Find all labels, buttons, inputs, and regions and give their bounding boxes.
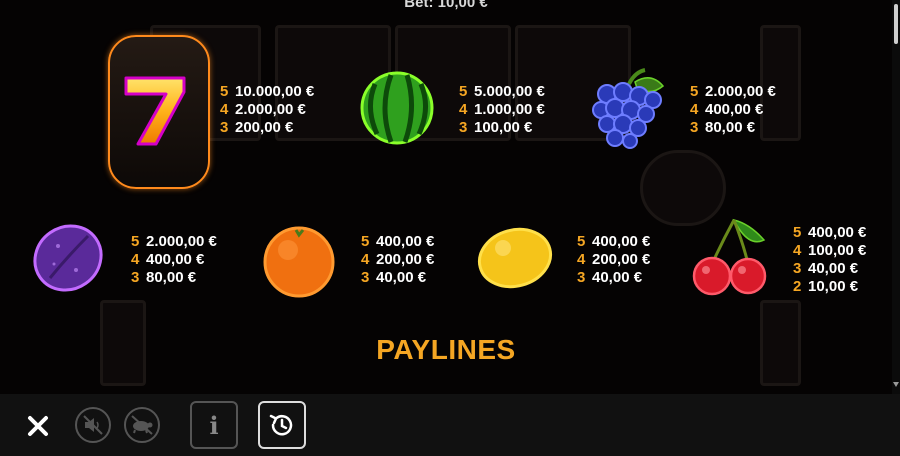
lemon-payouts: 5 400,00 € 4 200,00 € 3 40,00 € (577, 233, 651, 286)
cherry-icon (692, 218, 767, 296)
seven-payouts: 5 10.000,00 € 4 2.000,00 € 3 200,00 € (220, 83, 315, 136)
scrollbar-thumb[interactable] (894, 4, 898, 44)
scroll-down-arrow-icon[interactable] (893, 382, 899, 387)
plum-payouts: 5 2.000,00 € 4 400,00 € 3 80,00 € (131, 233, 217, 286)
paylines-heading: PAYLINES (376, 334, 516, 365)
info-button[interactable]: i (190, 401, 238, 449)
paytable-view: Bet: 10,00 € 5 10.000,00 € 4 2.000,00 € 32… (0, 0, 892, 394)
watermelon-icon (360, 71, 434, 145)
orange-icon (263, 226, 335, 298)
sound-muted-icon (83, 415, 103, 435)
bet-display: Bet: 10,00 € (404, 0, 488, 11)
info-icon: i (209, 410, 219, 440)
seven-icon (124, 76, 186, 146)
bottom-toolbar: i (0, 394, 900, 456)
history-icon (269, 414, 293, 436)
orange-payouts: 5 400,00 € 4 200,00 € 3 40,00 € (361, 233, 435, 286)
turtle-icon (131, 415, 153, 435)
history-button[interactable] (258, 401, 306, 449)
sound-toggle-button[interactable] (75, 407, 111, 443)
plum-icon (33, 224, 103, 292)
close-icon (28, 416, 48, 436)
turbo-toggle-button[interactable] (124, 407, 160, 443)
grapes-payouts: 5 2.000,00 € 4 400,00 € 3 80,00 € (690, 83, 776, 136)
grapes-icon (592, 68, 665, 149)
lemon-icon (477, 227, 553, 289)
scrollbar-track[interactable] (892, 0, 900, 394)
cherry-payouts: 5 400,00 € 4 100,00 € 3 40,00 € 2 10,00 € (793, 224, 867, 295)
watermelon-payouts: 5 5.000,00 € 4 1.000,00 € 3 100,00 € (459, 83, 545, 136)
close-button[interactable] (22, 410, 54, 442)
